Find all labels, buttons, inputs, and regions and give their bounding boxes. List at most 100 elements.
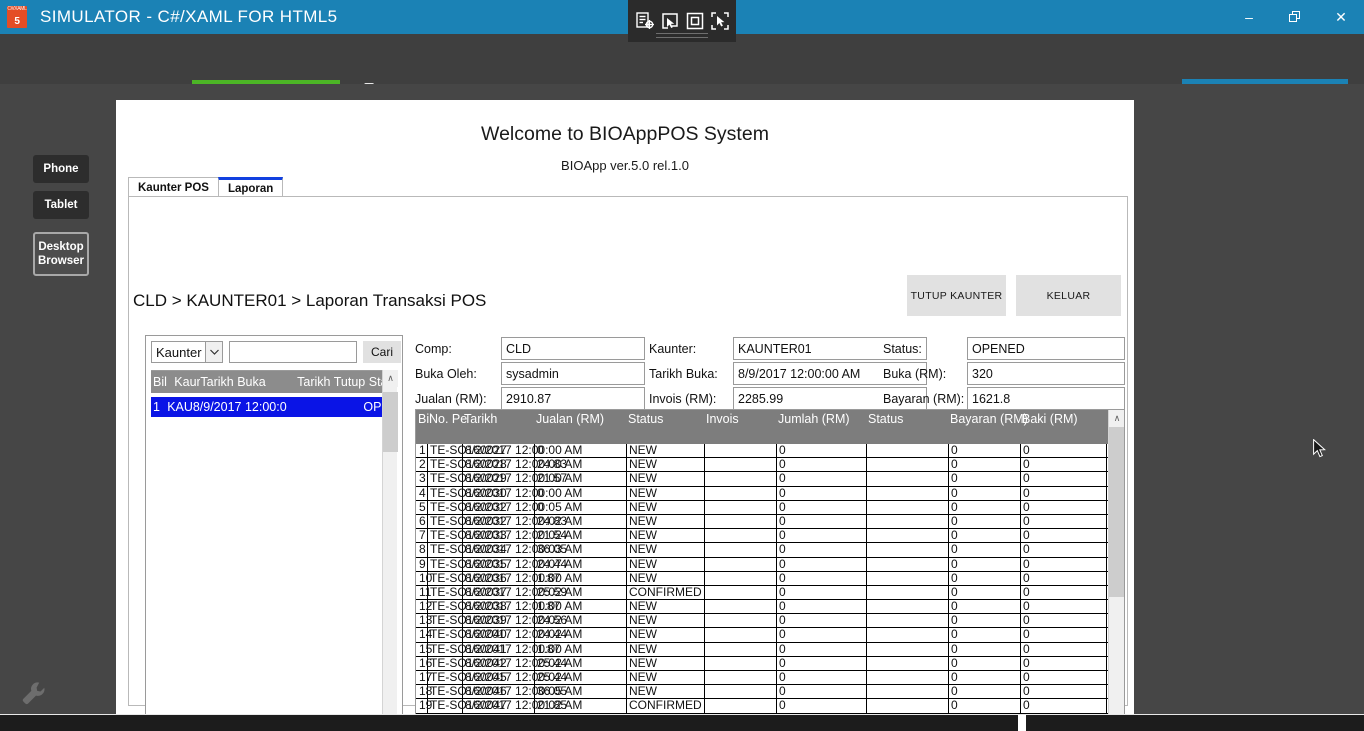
tab-kaunter-pos[interactable]: Kaunter POS	[128, 177, 219, 197]
search-input[interactable]	[229, 341, 357, 363]
table-row[interactable]: 13TE-SO1600398/2/2017 12:00:02 AM24.56NE…	[416, 614, 1109, 628]
device-desktop-browser-button[interactable]: Desktop Browser	[33, 232, 89, 276]
cell-bil: 8	[419, 542, 426, 556]
table-row[interactable]: 4TE-SO1600308/2/2017 12:00:00 AM0NEW000	[416, 487, 1109, 501]
column-divider	[776, 614, 777, 628]
scroll-thumb[interactable]	[1109, 427, 1125, 597]
column-divider	[866, 643, 867, 657]
table-row[interactable]: 17TE-SO1600458/2/2017 12:00:02 AM25.44NE…	[416, 671, 1109, 685]
table-row[interactable]: 5TE-SO1600328/2/2017 12:00:05 AM0NEW000	[416, 501, 1109, 515]
cari-button[interactable]: Cari	[363, 341, 401, 363]
form-input-buka-oleh[interactable]: sysadmin	[501, 362, 645, 385]
column-divider	[704, 699, 705, 713]
table-row[interactable]: 12TE-SO1600388/2/2017 12:00:00 AM1.87NEW…	[416, 600, 1109, 614]
device-tablet-button[interactable]: Tablet	[33, 191, 89, 219]
column-divider	[1020, 586, 1021, 600]
scroll-thumb[interactable]	[383, 392, 398, 452]
form-label-status: Status:	[883, 342, 922, 356]
column-divider	[866, 657, 867, 671]
table-row[interactable]: 2TE-SO1600288/2/2017 12:00:00 AM24.83NEW…	[416, 458, 1109, 472]
form-label-bayaran-rm: Bayaran (RM):	[883, 392, 964, 406]
table-row[interactable]: 6TE-SO1600328/2/2017 12:00:02 AM24.83NEW…	[416, 515, 1109, 529]
column-divider	[1106, 671, 1107, 685]
column-divider	[948, 543, 949, 557]
form-input-buka-rm[interactable]: 320	[967, 362, 1125, 385]
tab-laporan[interactable]: Laporan	[218, 177, 283, 197]
cell-bayaran: 0	[951, 585, 958, 599]
column-divider	[626, 487, 627, 501]
column-divider	[866, 685, 867, 699]
device-phone-button[interactable]: Phone	[33, 155, 89, 183]
xaml-debug-toolbar	[628, 0, 736, 42]
column-divider	[948, 572, 949, 586]
column-divider	[948, 600, 949, 614]
settings-wrench-icon[interactable]	[20, 679, 48, 712]
search-field-select[interactable]: Kaunter	[151, 341, 223, 363]
table-row[interactable]: 1TE-SO1600278/2/2017 12:00:00 AM0NEW000	[416, 444, 1109, 458]
cell-tarikh: 8/2/2017 12:00:00 AM	[465, 486, 582, 500]
column-divider	[866, 543, 867, 557]
go-to-live-visual-tree-icon[interactable]	[634, 10, 656, 32]
column-divider	[626, 614, 627, 628]
keluar-button[interactable]: KELUAR	[1016, 275, 1121, 316]
column-divider	[427, 543, 428, 557]
close-button[interactable]: ✕	[1318, 0, 1364, 34]
cell-bil: 3	[419, 471, 426, 485]
column-divider	[626, 472, 627, 486]
form-input-status[interactable]: OPENED	[967, 337, 1125, 360]
table-row[interactable]: 8TE-SO1600348/2/2017 12:00:03 AM36.05NEW…	[416, 543, 1109, 557]
grid-col-2-tarikh: Tarikh	[464, 412, 497, 426]
form-input-comp[interactable]: CLD	[501, 337, 645, 360]
cell-jualan: 0	[537, 444, 544, 457]
table-row[interactable]: 14TE-SO1600408/2/2017 12:00:02 AM24.44NE…	[416, 628, 1109, 642]
column-divider	[1106, 572, 1107, 586]
scroll-up-icon[interactable]: ∧	[383, 370, 398, 387]
transaksi-grid-body: 1TE-SO1600278/2/2017 12:00:00 AM0NEW0002…	[416, 444, 1109, 714]
table-row[interactable]: 7TE-SO1600338/2/2017 12:00:02 AM21.54NEW…	[416, 529, 1109, 543]
column-divider	[948, 657, 949, 671]
cell-jualan: 21.85	[537, 698, 567, 712]
cell-jualan: 36.05	[537, 542, 567, 556]
column-divider	[1106, 458, 1107, 472]
table-row[interactable]: 3TE-SO1600298/2/2017 12:00:00 AM21.57NEW…	[416, 472, 1109, 486]
column-divider	[626, 501, 627, 515]
table-row[interactable]: 16TE-SO1600428/2/2017 12:00:02 AM25.44NE…	[416, 657, 1109, 671]
table-row[interactable]: 9TE-SO1600358/2/2017 12:00:07 AM24.44NEW…	[416, 558, 1109, 572]
display-layout-adorners-icon[interactable]	[684, 10, 706, 32]
column-divider	[626, 628, 627, 642]
table-row[interactable]: 18TE-SO1600468/2/2017 12:00:05 AM36.05NE…	[416, 685, 1109, 699]
column-divider	[1106, 600, 1107, 614]
column-divider	[626, 643, 627, 657]
column-divider	[626, 600, 627, 614]
laporan-tab-panel: CLD > KAUNTER01 > Laporan Transaksi POS …	[128, 196, 1128, 706]
table-row[interactable]: 11TE-SO1600378/2/2017 12:00:02 AM25.59CO…	[416, 586, 1109, 600]
column-divider	[626, 444, 627, 458]
transaksi-grid-vertical-scrollbar[interactable]: ∧ ∨	[1108, 410, 1124, 714]
table-row[interactable]: 10TE-SO1600368/2/2017 12:00:00 AM1.87NEW…	[416, 572, 1109, 586]
column-divider	[626, 529, 627, 543]
cell-status: CONFIRMED	[629, 585, 702, 599]
restore-button[interactable]	[1272, 0, 1318, 34]
form-input-bayaran-rm[interactable]: 1621.8	[967, 387, 1125, 410]
form-input-jualan-rm[interactable]: 2910.87	[501, 387, 645, 410]
track-focused-element-icon[interactable]	[709, 10, 731, 32]
minimize-button[interactable]: –	[1226, 0, 1272, 34]
table-row[interactable]: 19TE-SO1600478/2/2017 12:00:02 AM21.85CO…	[416, 699, 1109, 713]
taskbar-segment-left	[0, 715, 1018, 731]
column-divider	[427, 444, 428, 458]
cell-bayaran: 0	[951, 613, 958, 627]
tutup-kaunter-button[interactable]: TUTUP KAUNTER	[907, 275, 1006, 316]
scroll-up-icon[interactable]: ∧	[1109, 410, 1125, 427]
cell-jumlah: 0	[779, 642, 786, 656]
kaunter-search-panel: Kaunter Cari Bil Kaur Tarikh Buka Tarikh…	[145, 335, 403, 714]
kaunter-list-row[interactable]: 1 KAU 8/9/2017 12:00:0 OPEN	[151, 397, 397, 417]
column-divider	[704, 472, 705, 486]
cell-jumlah: 0	[779, 571, 786, 585]
select-element-icon[interactable]	[659, 10, 681, 32]
column-divider	[948, 671, 949, 685]
table-row[interactable]: 15TE-SO1600418/2/2017 12:00:00 AM1.87NEW…	[416, 643, 1109, 657]
column-divider	[1106, 628, 1107, 642]
cell-baki: 0	[1023, 670, 1030, 684]
kaunter-list-vertical-scrollbar[interactable]: ∧ ∨	[382, 370, 397, 714]
column-divider	[1020, 558, 1021, 572]
